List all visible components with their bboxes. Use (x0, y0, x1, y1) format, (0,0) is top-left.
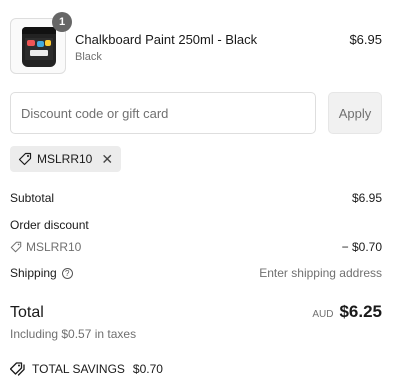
product-variant: Black (75, 51, 102, 63)
shipping-value: Enter shipping address (259, 266, 382, 280)
discount-value: − $0.70 (341, 240, 382, 254)
quantity-badge: 1 (52, 12, 72, 32)
product-name: Chalkboard Paint 250ml - Black (75, 32, 258, 47)
total-amount: $6.25 (339, 302, 382, 321)
shipping-row: Shipping ? Enter shipping address (10, 266, 382, 280)
discount-code-row: MSLRR10 − $0.70 (10, 240, 382, 254)
shipping-label: Shipping (10, 266, 57, 280)
order-discount-label: Order discount (10, 218, 89, 232)
tag-icon (10, 241, 22, 253)
apply-button[interactable]: Apply (328, 92, 382, 134)
total-price: AUD $6.25 (312, 302, 382, 322)
line-item: 1 Chalkboard Paint 250ml - Black Black $… (10, 12, 382, 74)
tag-icon (18, 152, 32, 166)
discount-code-input[interactable] (10, 92, 316, 134)
total-row: Total AUD $6.25 (10, 302, 382, 324)
total-label: Total (10, 304, 44, 321)
subtotal-row: Subtotal $6.95 (10, 191, 382, 205)
subtotal-value: $6.95 (351, 191, 382, 205)
remove-discount-icon[interactable]: ✕ (101, 152, 113, 166)
applied-discount-chip: MSLRR10 ✕ (10, 146, 122, 172)
savings-value: $0.70 (132, 362, 163, 376)
total-savings: TOTAL SAVINGS $0.70 (10, 362, 163, 376)
savings-tag-icon (10, 362, 25, 376)
applied-discount-code: MSLRR10 (37, 152, 93, 166)
product-price: $6.95 (349, 32, 382, 47)
info-icon[interactable]: ? (61, 267, 73, 279)
taxes-note: Including $0.57 in taxes (10, 327, 137, 341)
paint-jar-image (22, 27, 56, 67)
savings-label: TOTAL SAVINGS (32, 362, 125, 376)
discount-code-label: MSLRR10 (26, 240, 82, 254)
subtotal-label: Subtotal (10, 191, 55, 205)
order-discount-row: Order discount (10, 218, 382, 232)
currency-code: AUD (312, 309, 334, 320)
